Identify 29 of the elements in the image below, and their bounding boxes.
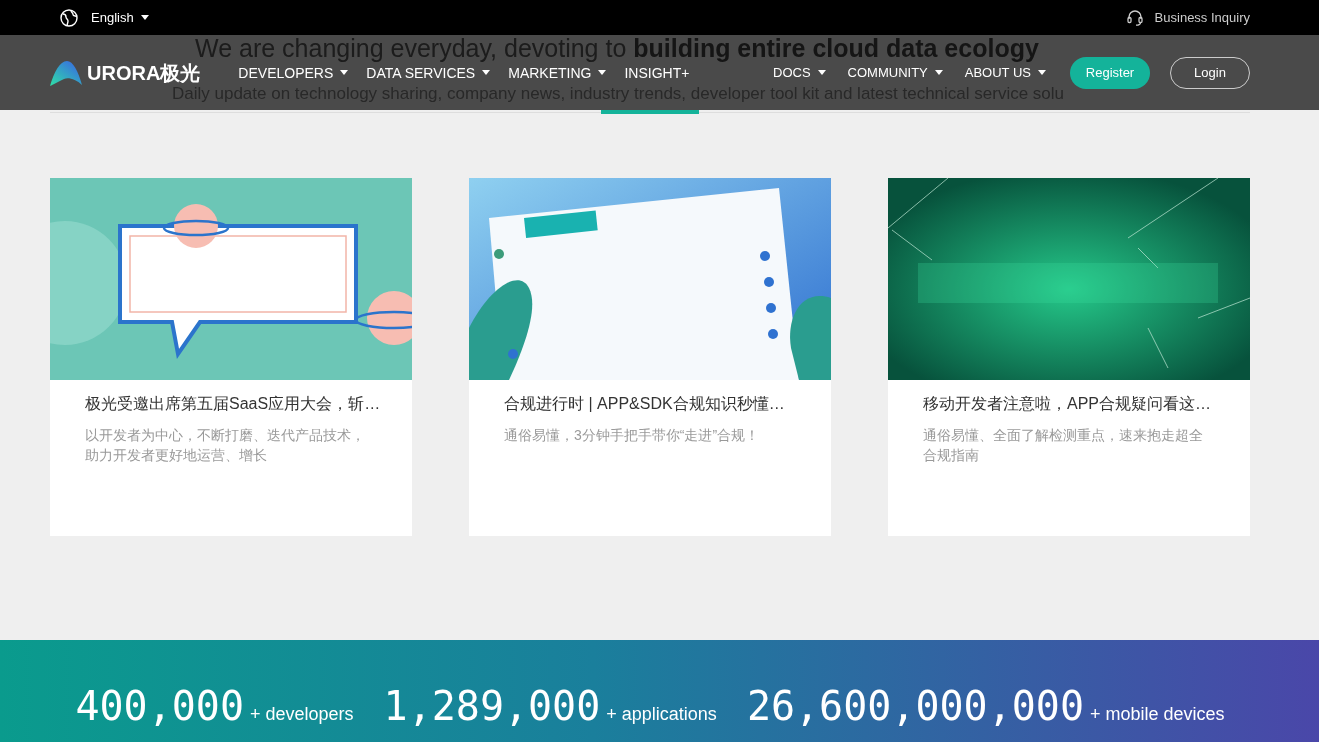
card-summary: 通俗易懂、全面了解检测重点，速来抱走超全合规指南 (923, 426, 1204, 465)
nav-link[interactable]: DEVELOPERS (238, 65, 349, 80)
stat-number: 400,000 (75, 684, 244, 728)
headset-icon (1126, 9, 1143, 26)
globe-icon (60, 8, 78, 27)
card-summary: 以开发者为中心，不断打磨、迭代产品技术，助力开发者更好地运营、增长 (85, 426, 366, 465)
news-card[interactable]: 合规进行时 | APP&SDK合规知识秒懂… 通俗易懂，3分钟手把手带你“走进”合规！ (469, 178, 831, 536)
nav-link[interactable]: ABOUT US (964, 66, 1046, 79)
business-inquiry-link[interactable]: Business Inquiry (1126, 9, 1250, 26)
news-card[interactable]: 极光受邀出席第五届SaaS应用大会，斩… 以开发者为中心，不断打磨、迭代产品技术，助力开发者更好地运营、增长 (50, 178, 412, 536)
news-card[interactable]: 移动开发者注意啦，APP合规疑问看这… 通俗易懂、全面了解检测重点，速来抱走超全合规指南 (888, 178, 1250, 536)
caret-icon (140, 15, 149, 20)
card-title: 移动开发者注意啦，APP合规疑问看这… (923, 394, 1212, 414)
stat-number: 26,600,000,000 (746, 684, 1085, 728)
stat-number: 1,289,000 (383, 684, 601, 728)
language-selector[interactable]: English (60, 8, 149, 27)
logo-text: URORA极光 (87, 62, 201, 83)
card-summary: 通俗易懂，3分钟手把手带你“走进”合规！ (504, 426, 761, 445)
stat-suffix: + applications (606, 704, 717, 725)
card-title: 合规进行时 | APP&SDK合规知识秒懂… (504, 394, 786, 414)
nav-link[interactable]: COMMUNITY (847, 66, 943, 79)
nav-link[interactable]: MARKETING (508, 65, 607, 80)
stat-suffix: + developers (249, 704, 354, 725)
card-title: 极光受邀出席第五届SaaS应用大会，斩… (85, 394, 377, 414)
stat-suffix: + mobile devices (1090, 704, 1225, 725)
logo-icon (50, 59, 82, 86)
nav-link[interactable]: INSIGHT+ (624, 65, 690, 80)
nav-link[interactable]: DATA SERVICES (366, 65, 491, 80)
nav-link[interactable]: DOCS (773, 66, 826, 79)
